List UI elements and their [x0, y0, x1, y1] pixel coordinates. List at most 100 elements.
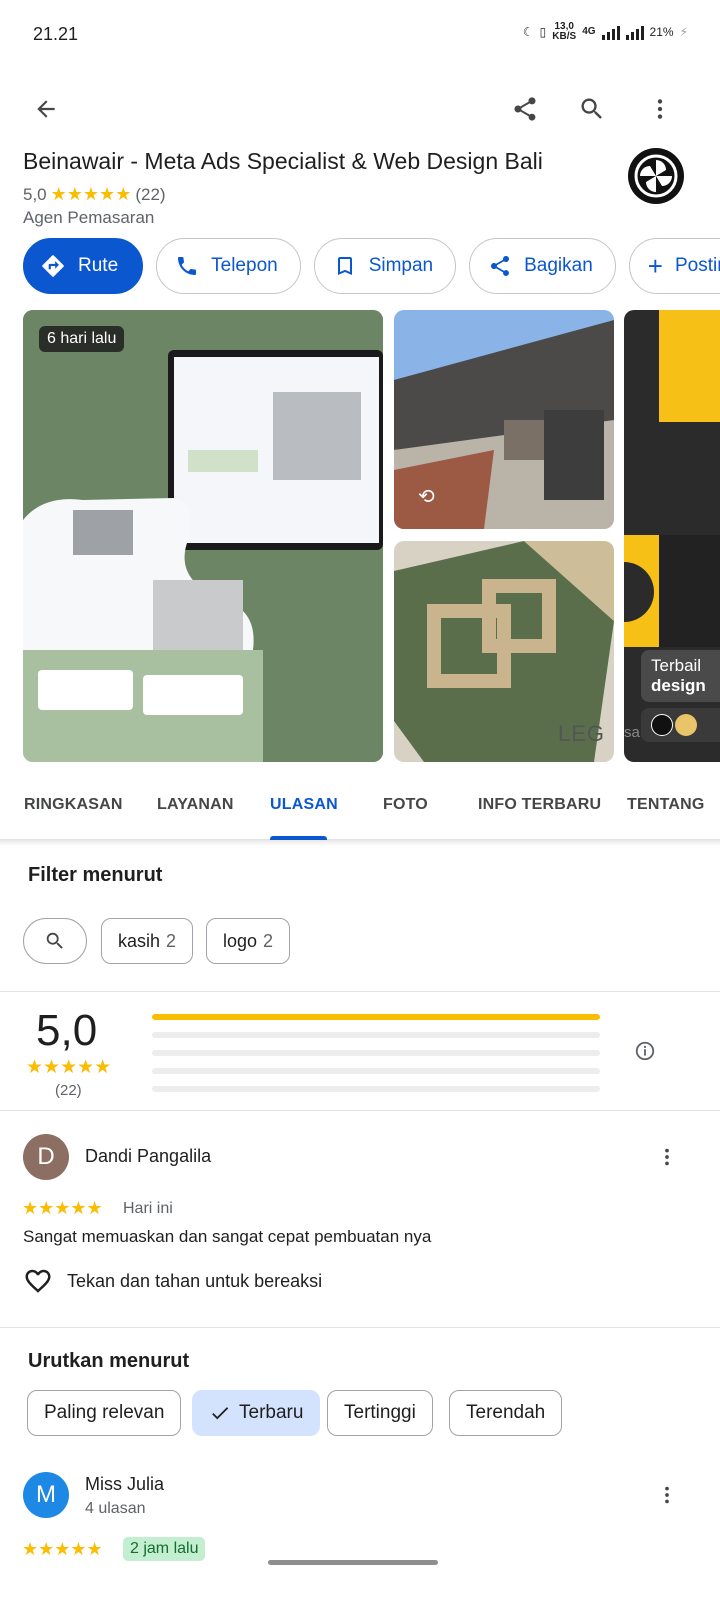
- divider: [0, 1327, 720, 1328]
- review-stars: ★★★★★: [22, 1198, 103, 1218]
- heart-icon: [25, 1269, 51, 1293]
- arrow-back-icon: [37, 100, 55, 118]
- phone-icon: [178, 257, 197, 275]
- route-button[interactable]: Rute: [23, 238, 144, 294]
- photo-age-badge: 6 hari lalu: [39, 326, 125, 352]
- signal-icon-2: [625, 24, 644, 40]
- place-rating-row[interactable]: 5,0 ★★★★★ (22): [23, 184, 166, 205]
- filter-chip-logo[interactable]: logo 2: [206, 918, 291, 964]
- share-place-button[interactable]: Bagikan: [469, 238, 616, 294]
- rating-bar-3-star: [152, 1050, 600, 1056]
- place-tabs: RINGKASAN LAYANAN ULASAN FOTO INFO TERBA…: [0, 780, 720, 840]
- top-bar: [0, 80, 720, 140]
- summary-stars: ★★★★★: [26, 1057, 112, 1078]
- battery-level: 21%: [649, 25, 674, 39]
- sort-terendah[interactable]: Terendah: [449, 1390, 563, 1436]
- rating-bar-2-star: [152, 1068, 600, 1074]
- search-icon: [46, 932, 63, 949]
- directions-icon: [42, 255, 64, 277]
- review-more-button[interactable]: [654, 1142, 680, 1172]
- post-button[interactable]: + Postin: [628, 238, 720, 294]
- place-category[interactable]: Agen Pemasaran: [23, 208, 154, 228]
- review-more-button[interactable]: [654, 1480, 680, 1510]
- photo-watermark: LEG: [558, 721, 606, 746]
- review-text: Sangat memuaskan dan sangat cepat pembua…: [23, 1227, 432, 1246]
- photo-partial-logo[interactable]: Terbail design sa: [624, 310, 720, 762]
- photo-tote-bag[interactable]: LEG: [394, 541, 614, 762]
- sort-tertinggi[interactable]: Tertinggi: [327, 1390, 433, 1436]
- reviewer-name[interactable]: Dandi Pangalila: [85, 1146, 211, 1167]
- tab-ringkasan[interactable]: RINGKASAN: [24, 796, 123, 814]
- rating-value: 5,0: [23, 184, 47, 204]
- divider: [0, 1110, 720, 1111]
- summary-count: (22): [55, 1082, 82, 1099]
- tab-shadow: [0, 840, 720, 846]
- photo-partial-text: sa: [624, 724, 640, 741]
- tab-tentang[interactable]: TENTANG: [627, 796, 705, 814]
- photo-caption-card: Terbail design: [641, 650, 720, 702]
- action-buttons: Rute Telepon Simpan Bagikan + Postin: [23, 238, 720, 294]
- review-search-button[interactable]: [23, 918, 87, 964]
- business-logo[interactable]: [628, 148, 684, 204]
- share-button[interactable]: [503, 87, 547, 131]
- review-time: Hari ini: [123, 1200, 173, 1217]
- tab-layanan[interactable]: LAYANAN: [157, 796, 234, 814]
- info-icon[interactable]: [634, 1040, 656, 1062]
- rating-stars: ★★★★★: [50, 184, 132, 204]
- 360-rotate-icon: ⟲: [418, 486, 435, 508]
- reviewer-avatar[interactable]: D: [23, 1134, 69, 1180]
- save-button[interactable]: Simpan: [313, 238, 457, 294]
- photo-street-view[interactable]: ⟲: [394, 310, 614, 529]
- tab-ulasan[interactable]: ULASAN: [270, 796, 338, 814]
- share-icon: [491, 256, 510, 276]
- tab-info-terbaru[interactable]: INFO TERBARU: [478, 796, 601, 814]
- search-button[interactable]: [570, 87, 614, 131]
- charging-icon: ⚡: [679, 25, 688, 39]
- more-options-button[interactable]: [638, 87, 682, 131]
- rating-bar-4-star: [152, 1032, 600, 1038]
- back-button[interactable]: [24, 87, 68, 131]
- divider: [0, 991, 720, 992]
- rating-bar-fill: [152, 1014, 600, 1020]
- review-time-badge: 2 jam lalu: [123, 1537, 206, 1561]
- rating-bar-1-star: [152, 1086, 600, 1092]
- react-button[interactable]: Tekan dan tahan untuk bereaksi: [23, 1266, 322, 1296]
- share-icon: [514, 97, 536, 121]
- reviewer-review-count: 4 ulasan: [85, 1500, 146, 1517]
- sort-terbaru[interactable]: Terbaru: [192, 1390, 321, 1436]
- avatar: [651, 714, 673, 736]
- vibrate-icon: ▯: [539, 25, 547, 39]
- plus-icon: +: [647, 251, 663, 281]
- call-button[interactable]: Telepon: [156, 238, 301, 294]
- check-icon: [212, 1407, 229, 1420]
- filter-chip-kasih[interactable]: kasih 2: [101, 918, 194, 964]
- rating-bar-5-star: [152, 1014, 600, 1020]
- sort-paling-relevan[interactable]: Paling relevan: [27, 1390, 182, 1436]
- photo-caption-avatars: [641, 708, 720, 742]
- bookmark-icon: [337, 257, 352, 275]
- filter-title: Filter menurut: [28, 864, 163, 886]
- more-vert-icon: [657, 99, 663, 119]
- more-vert-icon: [665, 1486, 669, 1504]
- review-count: (22): [135, 184, 166, 204]
- reviewer-avatar[interactable]: M: [23, 1472, 69, 1518]
- place-title: Beinawair - Meta Ads Specialist & Web De…: [23, 148, 543, 174]
- search-icon: [581, 98, 602, 119]
- status-icons: ☾ ▯ 13,0 KB/S 4G 21% ⚡: [523, 22, 688, 42]
- review-stars: ★★★★★: [22, 1539, 103, 1559]
- photo-website-mockup[interactable]: 6 hari lalu: [23, 310, 383, 762]
- home-indicator: [268, 1560, 438, 1565]
- signal-icon: [601, 24, 620, 40]
- photo-carousel[interactable]: 6 hari lalu ⟲ LEG Terbail design sa: [0, 310, 720, 762]
- net-speed: 13,0 KB/S: [552, 21, 577, 42]
- summary-rating: 5,0: [36, 1006, 98, 1055]
- website-mockup-image: [23, 310, 383, 762]
- sort-title: Urutkan menurut: [28, 1350, 190, 1372]
- tab-foto[interactable]: FOTO: [383, 796, 428, 814]
- pinwheel-logo-icon: [634, 154, 678, 198]
- reviewer-name[interactable]: Miss Julia: [85, 1474, 164, 1495]
- status-bar: 21.21 ☾ ▯ 13,0 KB/S 4G 21% ⚡: [0, 0, 720, 70]
- moon-icon: ☾: [522, 25, 534, 39]
- status-time: 21.21: [33, 24, 79, 44]
- avatar: [675, 714, 697, 736]
